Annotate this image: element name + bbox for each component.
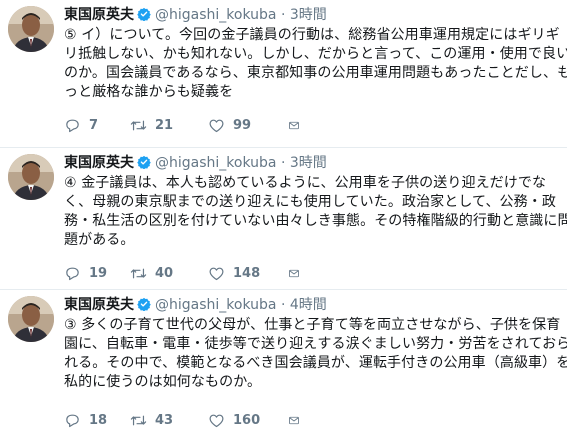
direct-message-button[interactable] [288, 265, 308, 282]
reply-count: 7 [89, 117, 99, 133]
tweet-text-line: ③ 多くの子育て世代の父母が、仕事と子育て等を両立させながら、子供を保育 [64, 317, 561, 333]
direct-message-button[interactable] [288, 117, 308, 134]
tweet-text-line: 園に、自転車・電車・徒歩等で送り迎えする涙ぐましい努力・労苦をされておら [64, 336, 567, 352]
reply-icon [66, 414, 79, 427]
separator-dot: · [280, 155, 286, 171]
verified-badge-icon [137, 7, 151, 21]
retweet-button[interactable]: 21 [130, 117, 208, 134]
reply-icon [66, 267, 79, 280]
reply-button[interactable]: 7 [64, 117, 130, 134]
like-button[interactable]: 148 [208, 265, 288, 282]
retweet-button[interactable]: 40 [130, 265, 208, 282]
retweet-count: 21 [155, 117, 174, 133]
tweet-text-line: 務・私生活の区別を付けていない由々しき事態。その特権階級的行動と意識に問 [64, 213, 567, 229]
tweet[interactable]: 東国原英夫 @higashi_kokuba · 4時間 ③ 多くの子育て世代の父母… [0, 290, 567, 433]
tweet-text-line: 私的に使うのは如何なものか。 [64, 374, 262, 390]
reply-button[interactable]: 19 [64, 265, 130, 282]
handle[interactable]: @higashi_kokuba [155, 7, 276, 23]
tweet[interactable]: 東国原英夫 @higashi_kokuba · 3時間 ⑤ イ）について。今回の金… [0, 0, 567, 148]
like-button[interactable]: 160 [208, 412, 288, 429]
tweet[interactable]: 東国原英夫 @higashi_kokuba · 3時間 ④ 金子議員は、本人も認め… [0, 148, 567, 290]
avatar[interactable] [8, 6, 54, 52]
tweet-text-line: のか。国会議員であるなら、東京都知事の公用車運用問題もあったことだし、も [64, 65, 567, 81]
reply-count: 19 [89, 265, 108, 281]
display-name[interactable]: 東国原英夫 [64, 155, 134, 171]
like-count: 148 [233, 265, 261, 281]
display-name[interactable]: 東国原英夫 [64, 297, 134, 313]
tweet-text: ④ 金子議員は、本人も認めているように、公用車を子供の送り迎えだけでな く、母親… [64, 174, 567, 250]
tweet-text-line: っと厳格な誰からも疑義を [64, 84, 234, 100]
tweet-text-line: ④ 金子議員は、本人も認めているように、公用車を子供の送り迎えだけでな [64, 175, 547, 191]
verified-badge-icon [137, 297, 151, 311]
separator-dot: · [280, 297, 286, 313]
tweet-header: 東国原英夫 @higashi_kokuba · 3時間 [64, 6, 557, 24]
retweet-count: 43 [155, 412, 174, 428]
handle[interactable]: @higashi_kokuba [155, 297, 276, 313]
like-icon [209, 119, 224, 132]
timestamp[interactable]: 3時間 [290, 7, 327, 23]
direct-message-icon [289, 121, 299, 129]
tweet-text: ⑤ イ）について。今回の金子議員の行動は、総務省公用車運用規定にはギリギ リ抵触… [64, 26, 567, 102]
tweet-actions: 7 21 99 [64, 116, 308, 134]
reply-count: 18 [89, 412, 108, 428]
retweet-icon [130, 415, 147, 425]
timestamp[interactable]: 3時間 [290, 155, 327, 171]
avatar-photo [8, 296, 54, 342]
verified-badge-icon [137, 155, 151, 169]
separator-dot: · [280, 7, 286, 23]
timeline: 東国原英夫 @higashi_kokuba · 3時間 ⑤ イ）について。今回の金… [0, 0, 567, 433]
tweet-actions: 18 43 160 [64, 411, 308, 429]
tweet-text-line: ⑤ イ）について。今回の金子議員の行動は、総務省公用車運用規定にはギリギ [64, 27, 560, 43]
like-count: 160 [233, 412, 261, 428]
tweet-header: 東国原英夫 @higashi_kokuba · 4時間 [64, 296, 557, 314]
tweet-text-line: れる。その中で、模範となるべき国会議員が、運転手付きの公用車（高級車）を [64, 355, 567, 371]
direct-message-icon [289, 416, 299, 424]
like-count: 99 [233, 117, 252, 133]
tweet-text-line: リ抵触しない、かも知れない。しかし、だからと言って、この運用・使用で良い [64, 46, 567, 62]
like-icon [209, 267, 224, 280]
retweet-icon [130, 120, 147, 130]
tweet-header: 東国原英夫 @higashi_kokuba · 3時間 [64, 154, 557, 172]
handle[interactable]: @higashi_kokuba [155, 155, 276, 171]
tweet-text: ③ 多くの子育て世代の父母が、仕事と子育て等を両立させながら、子供を保育 園に、… [64, 316, 567, 392]
avatar-photo [8, 6, 54, 52]
direct-message-button[interactable] [288, 412, 308, 429]
display-name[interactable]: 東国原英夫 [64, 7, 134, 23]
reply-button[interactable]: 18 [64, 412, 130, 429]
retweet-count: 40 [155, 265, 174, 281]
tweet-text-line: く、母親の東京駅までの送り迎えにも使用していた。政治家として、公務・政 [64, 194, 556, 210]
like-icon [209, 414, 224, 427]
avatar-photo [8, 154, 54, 200]
tweet-text-line: 題がある。 [64, 232, 135, 248]
avatar[interactable] [8, 154, 54, 200]
direct-message-icon [289, 269, 299, 277]
avatar[interactable] [8, 296, 54, 342]
reply-icon [66, 119, 79, 132]
retweet-button[interactable]: 43 [130, 412, 208, 429]
like-button[interactable]: 99 [208, 117, 288, 134]
retweet-icon [130, 268, 147, 278]
timestamp[interactable]: 4時間 [290, 297, 327, 313]
tweet-actions: 19 40 148 [64, 264, 308, 282]
